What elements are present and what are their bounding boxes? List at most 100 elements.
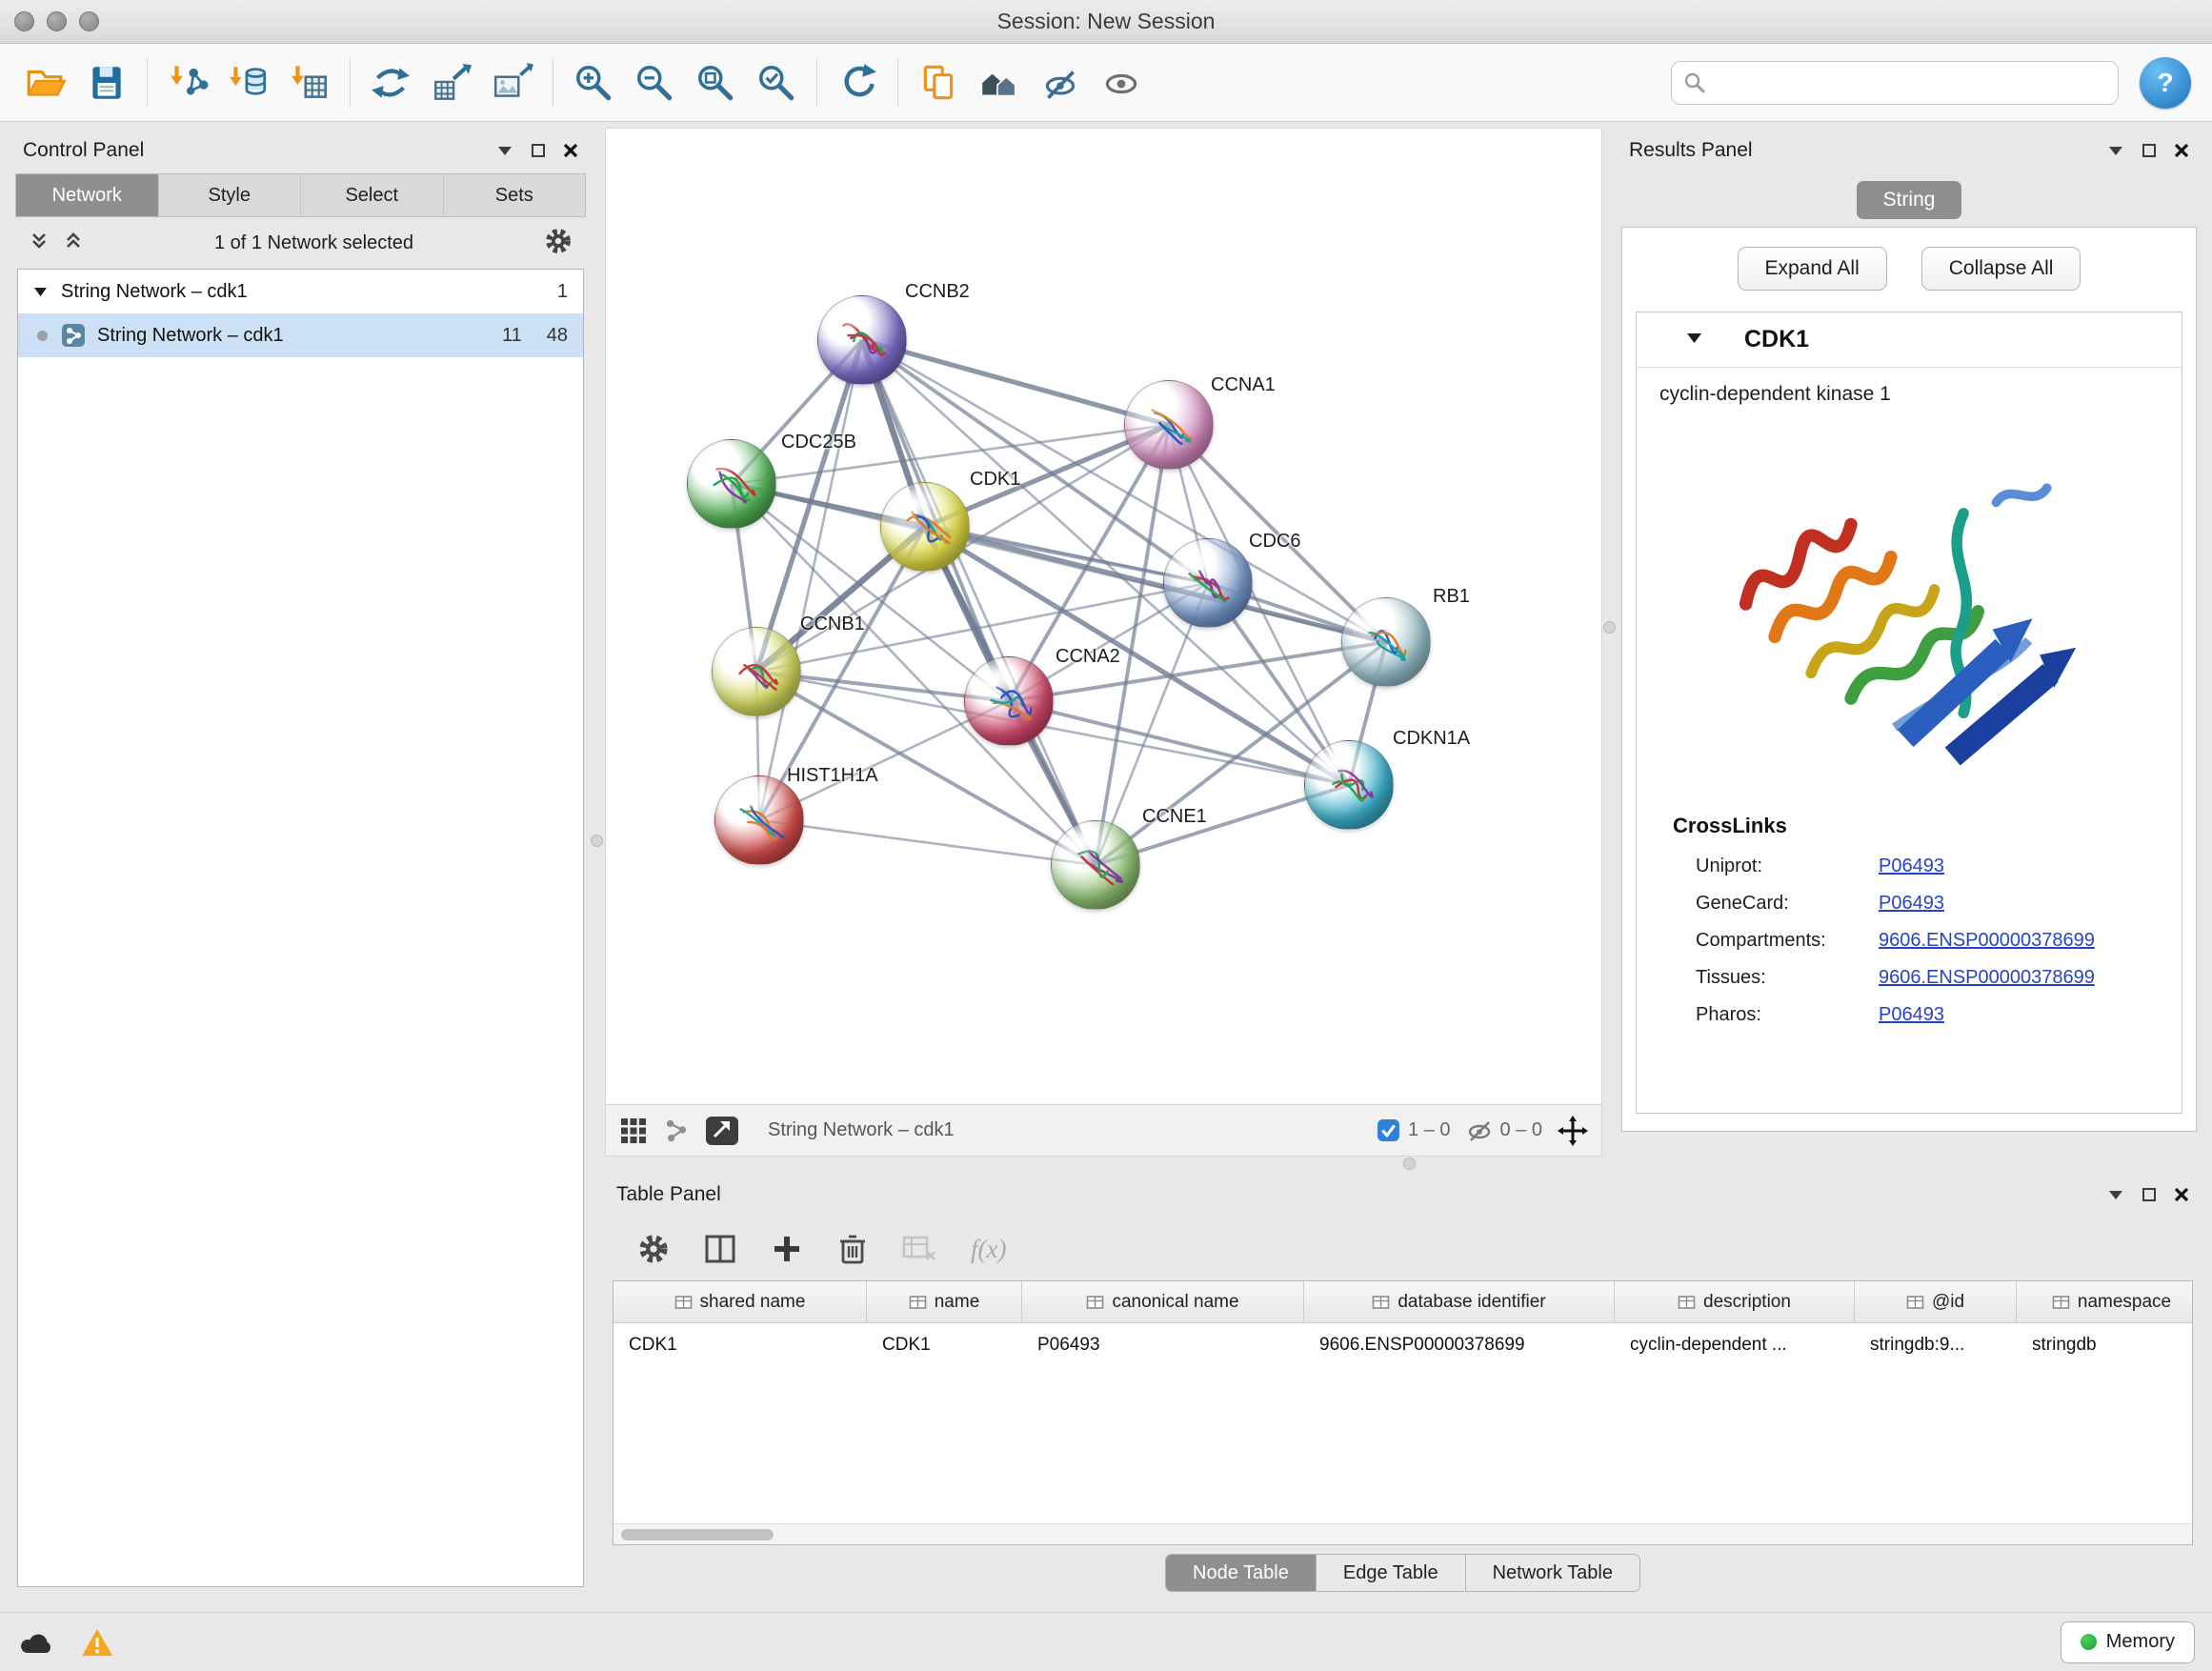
zoom-selected-button[interactable] [746, 50, 807, 115]
crosslink-link[interactable]: 9606.ENSP00000378699 [1879, 967, 2095, 989]
tab-network-table[interactable]: Network Table [1466, 1554, 1640, 1592]
tab-string[interactable]: String [1857, 181, 1962, 219]
export-view-icon[interactable] [705, 1116, 739, 1146]
protein-card-header[interactable]: CDK1 [1637, 312, 2182, 368]
network-options-gear-icon[interactable] [544, 227, 573, 260]
zoom-out-button[interactable] [624, 50, 685, 115]
export-network-button[interactable] [421, 50, 482, 115]
splitter-handle[interactable] [591, 835, 603, 847]
add-column-icon[interactable] [771, 1233, 803, 1265]
crosslink-link[interactable]: P06493 [1879, 893, 1944, 915]
panel-menu-icon[interactable] [2107, 1189, 2124, 1200]
first-neighbors-button[interactable] [969, 50, 1030, 115]
column-header--id[interactable]: @id [1855, 1281, 2017, 1322]
table-horizontal-scrollbar[interactable] [613, 1523, 2192, 1544]
table-row[interactable]: CDK1CDK1P064939606.ENSP00000378699cyclin… [613, 1323, 2192, 1367]
network-node-hist1h1a[interactable] [714, 775, 804, 865]
search-icon [1683, 71, 1706, 94]
float-panel-icon[interactable] [2142, 1187, 2157, 1202]
zoom-in-button[interactable] [563, 50, 624, 115]
close-panel-icon[interactable] [2174, 1187, 2189, 1202]
collapse-all-button[interactable]: Collapse All [1921, 247, 2081, 291]
network-row[interactable]: String Network – cdk1 11 48 [18, 313, 583, 357]
birds-eye-move-icon[interactable] [1558, 1116, 1588, 1146]
column-header-shared-name[interactable]: shared name [613, 1281, 867, 1322]
memory-button[interactable]: Memory [2061, 1621, 2195, 1663]
close-panel-icon[interactable] [2174, 143, 2189, 158]
table-cell: P06493 [1022, 1323, 1304, 1367]
search-input[interactable] [1714, 71, 2106, 93]
collapse-card-icon[interactable] [1686, 332, 1702, 349]
center-splitter[interactable] [1602, 128, 1618, 1157]
cloud-status-icon[interactable] [17, 1628, 55, 1657]
save-session-button[interactable] [76, 50, 137, 115]
column-header-canonical-name[interactable]: canonical name [1022, 1281, 1304, 1322]
network-collection-row[interactable]: String Network – cdk1 1 [18, 270, 583, 313]
tab-node-table[interactable]: Node Table [1165, 1554, 1317, 1592]
network-node-ccne1[interactable] [1051, 820, 1140, 910]
help-button[interactable]: ? [2140, 57, 2191, 109]
column-header-database-identifier[interactable]: database identifier [1304, 1281, 1615, 1322]
splitter-handle[interactable] [1403, 1158, 1416, 1170]
horizontal-splitter[interactable] [605, 1157, 2201, 1172]
tab-edge-table[interactable]: Edge Table [1317, 1554, 1466, 1592]
zoom-fit-button[interactable] [685, 50, 746, 115]
expand-all-button[interactable]: Expand All [1738, 247, 1887, 291]
copy-document-button[interactable] [908, 50, 969, 115]
tab-sets[interactable]: Sets [444, 174, 586, 216]
function-builder-icon[interactable]: f(x) [971, 1235, 1006, 1264]
panel-menu-icon[interactable] [496, 145, 513, 156]
network-canvas[interactable]: CCNB2CCNA1CDC25BCDK1CDC6RB1CCNB1CCNA2CDK… [606, 129, 1601, 1104]
column-header-namespace[interactable]: namespace [2017, 1281, 2192, 1322]
collection-expander-icon[interactable] [33, 281, 48, 303]
float-panel-icon[interactable] [531, 143, 546, 158]
show-columns-icon[interactable] [704, 1233, 736, 1265]
network-tree: String Network – cdk1 1 String Network –… [17, 269, 584, 1587]
import-network-from-database-button[interactable] [218, 50, 279, 115]
network-node-ccna2[interactable] [964, 656, 1054, 746]
scrollbar-thumb[interactable] [621, 1529, 774, 1540]
left-splitter[interactable] [590, 128, 605, 1601]
network-arrows-button[interactable] [360, 50, 421, 115]
network-node-cdk1[interactable] [880, 482, 970, 572]
network-selection-summary: 1 of 1 Network selected [97, 232, 531, 254]
tab-style[interactable]: Style [159, 174, 302, 216]
network-node-cdc6[interactable] [1163, 538, 1253, 628]
crosslink-link[interactable]: P06493 [1879, 856, 1944, 877]
crosslink-link[interactable]: 9606.ENSP00000378699 [1879, 930, 2095, 952]
tab-select[interactable]: Select [301, 174, 444, 216]
string-results-content: Expand All Collapse All CDK1 cyclin-depe… [1621, 227, 2197, 1132]
tab-network[interactable]: Network [16, 174, 159, 216]
network-node-cdc25b[interactable] [687, 439, 776, 529]
search-field[interactable] [1671, 61, 2119, 105]
warning-icon[interactable] [80, 1627, 114, 1658]
crosslink-link[interactable]: P06493 [1879, 1004, 1944, 1026]
crosslink-row: Tissues:9606.ENSP00000378699 [1637, 959, 2182, 997]
open-session-button[interactable] [15, 50, 76, 115]
show-all-button[interactable] [1091, 50, 1152, 115]
network-node-cdkn1a[interactable] [1304, 740, 1394, 830]
table-settings-gear-icon[interactable] [637, 1233, 670, 1265]
results-panel-header: Results Panel [1618, 128, 2201, 173]
export-image-button[interactable] [482, 50, 543, 115]
collapse-all-networks-icon[interactable] [63, 231, 84, 256]
import-network-from-file-button[interactable] [157, 50, 218, 115]
network-node-ccnb1[interactable] [712, 627, 801, 716]
panel-menu-icon[interactable] [2107, 145, 2124, 156]
refresh-button[interactable] [827, 50, 888, 115]
network-node-ccna1[interactable] [1124, 380, 1214, 470]
network-label: String Network – cdk1 [97, 325, 284, 347]
network-node-rb1[interactable] [1341, 597, 1431, 687]
network-overview-icon[interactable] [663, 1117, 690, 1144]
splitter-handle[interactable] [1603, 621, 1616, 634]
network-node-ccnb2[interactable] [817, 295, 907, 385]
grid-view-icon[interactable] [619, 1117, 648, 1145]
expand-all-networks-icon[interactable] [29, 231, 50, 256]
float-panel-icon[interactable] [2142, 143, 2157, 158]
close-panel-icon[interactable] [563, 143, 578, 158]
import-table-from-file-button[interactable] [279, 50, 340, 115]
hide-selected-button[interactable] [1030, 50, 1091, 115]
column-header-description[interactable]: description [1615, 1281, 1855, 1322]
column-header-name[interactable]: name [867, 1281, 1022, 1322]
delete-column-trash-icon[interactable] [837, 1233, 868, 1265]
